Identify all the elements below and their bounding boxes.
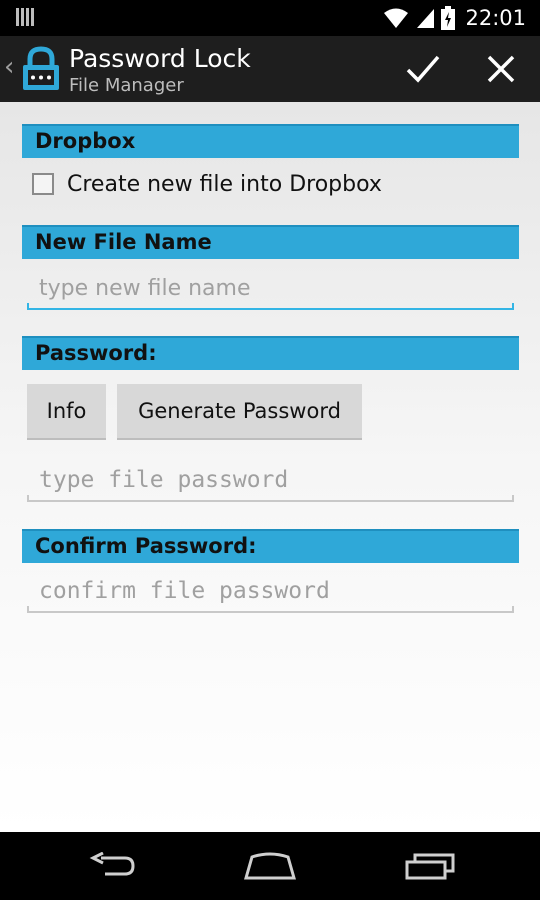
recents-nav-button[interactable] xyxy=(375,832,485,900)
field-underline xyxy=(27,606,514,613)
app-title: Password Lock xyxy=(69,44,251,73)
wifi-icon xyxy=(384,8,409,28)
new-file-name-header: New File Name xyxy=(22,225,519,259)
form-content: Dropbox Create new file into Dropbox New… xyxy=(0,102,540,832)
info-button[interactable]: Info xyxy=(27,384,106,440)
action-bar: ‹ Password Lock File Manager xyxy=(0,36,540,102)
status-time: 22:01 xyxy=(465,6,526,30)
confirm-button[interactable] xyxy=(384,36,462,102)
new-file-name-input[interactable] xyxy=(27,266,514,310)
cancel-button[interactable] xyxy=(462,36,540,102)
confirm-password-input[interactable] xyxy=(27,569,514,613)
app-subtitle: File Manager xyxy=(69,75,184,96)
field-underline xyxy=(27,495,514,502)
back-nav-button[interactable] xyxy=(58,832,168,900)
dropbox-section-header: Dropbox xyxy=(22,124,519,158)
home-nav-icon xyxy=(244,852,296,880)
close-icon xyxy=(487,55,515,83)
confirm-password-header: Confirm Password: xyxy=(22,529,519,563)
status-bar: 22:01 xyxy=(0,0,540,36)
up-navigation[interactable]: ‹ xyxy=(0,36,66,102)
dropbox-checkbox-row[interactable]: Create new file into Dropbox xyxy=(32,166,382,202)
dropbox-checkbox[interactable] xyxy=(32,173,54,195)
lock-app-icon xyxy=(23,46,59,90)
home-nav-button[interactable] xyxy=(215,832,325,900)
dropbox-checkbox-label[interactable]: Create new file into Dropbox xyxy=(67,172,382,197)
password-section-header: Password: xyxy=(22,336,519,370)
signal-icon xyxy=(417,9,435,28)
chevron-left-icon: ‹ xyxy=(4,52,15,82)
notification-icon xyxy=(16,8,34,28)
status-icons: 22:01 xyxy=(383,0,526,36)
generate-password-button[interactable]: Generate Password xyxy=(117,384,362,440)
new-file-name-field[interactable] xyxy=(27,266,514,310)
check-icon xyxy=(406,55,440,83)
recents-nav-icon xyxy=(405,853,455,880)
file-password-input[interactable] xyxy=(27,458,514,502)
confirm-password-field[interactable] xyxy=(27,569,514,613)
navigation-bar xyxy=(0,832,540,900)
field-underline xyxy=(27,303,514,310)
back-nav-icon xyxy=(89,852,135,876)
file-password-field[interactable] xyxy=(27,458,514,502)
battery-icon xyxy=(441,6,456,30)
